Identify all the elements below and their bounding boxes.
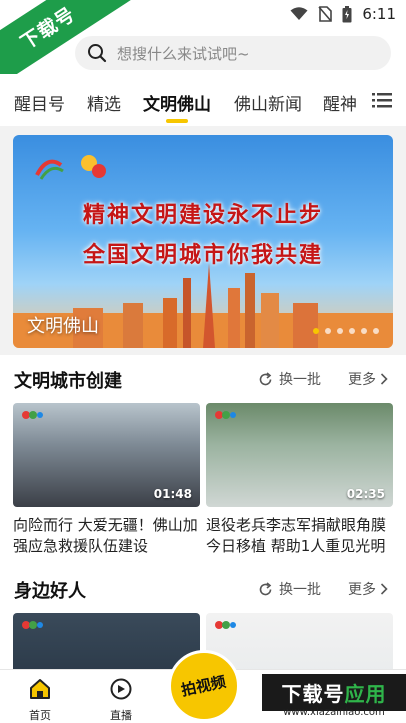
- tab-wenming-foshan[interactable]: 文明佛山: [143, 90, 211, 115]
- live-icon: [110, 678, 132, 700]
- carousel-dot: [325, 328, 331, 334]
- video-card[interactable]: 01:48 向险而行 大爱无疆！佛山加强应急救援队伍建设: [13, 403, 200, 557]
- carousel-dot: [373, 328, 379, 334]
- refresh-icon: [259, 371, 272, 385]
- refresh-button[interactable]: 换一批: [258, 369, 321, 389]
- active-tab-indicator: [166, 119, 188, 123]
- watermark-url: www.xiazainiao.com: [283, 707, 385, 718]
- video-duration: 02:35: [346, 487, 385, 501]
- section-title: 身边好人: [14, 581, 86, 602]
- chevron-right-icon: [380, 583, 388, 595]
- video-title[interactable]: 退役老兵李志军捐献眼角膜今日移植 帮助1人重见光明: [206, 515, 393, 557]
- more-button[interactable]: 更多: [348, 369, 388, 389]
- search-icon: [88, 44, 107, 63]
- channel-tabs: 醒目号 精选 文明佛山 佛山新闻 醒神: [0, 74, 406, 126]
- video-thumbnail[interactable]: 02:35: [206, 403, 393, 507]
- more-button[interactable]: 更多: [348, 579, 388, 599]
- banner-carousel[interactable]: 精神文明建设永不止步 全国文明城市你我共建 文明佛山: [13, 135, 393, 348]
- carousel-indicator: [313, 328, 379, 334]
- chevron-right-icon: [380, 373, 388, 385]
- status-icons: 6:11: [290, 5, 396, 23]
- search-input[interactable]: 想搜什么来试试吧~: [75, 36, 391, 70]
- nav-home[interactable]: 首页: [15, 678, 65, 723]
- refresh-label: 换一批: [279, 582, 321, 598]
- wifi-icon: [290, 7, 308, 20]
- carousel-dot: [337, 328, 343, 334]
- channel-logo-icon: [22, 621, 43, 629]
- carousel-dot: [361, 328, 367, 334]
- watermark-title: 下载号应用: [262, 674, 406, 711]
- banner-slogan-line-1: 精神文明建设永不止步: [82, 202, 323, 228]
- more-label: 更多: [348, 372, 376, 388]
- nav-live-label: 直播: [110, 709, 132, 722]
- carousel-dot-active: [313, 328, 319, 334]
- channel-menu-icon[interactable]: [372, 92, 392, 108]
- watermark-overlay: 下载号应用 www.xiazainiao.com: [262, 670, 406, 723]
- video-thumbnail[interactable]: 01:48: [13, 403, 200, 507]
- section-civilized-city: 文明城市创建 换一批 更多 01:48 向险而行 大爱无疆！佛山加强应急救援队伍…: [0, 355, 406, 565]
- channel-logo-icon: [215, 411, 236, 419]
- video-card[interactable]: 02:35 退役老兵李志军捐献眼角膜今日移植 帮助1人重见光明: [206, 403, 393, 557]
- video-title[interactable]: 向险而行 大爱无疆！佛山加强应急救援队伍建设: [13, 515, 200, 557]
- civilization-logo-icon: [35, 155, 106, 180]
- nav-home-label: 首页: [29, 709, 51, 722]
- battery-icon: [342, 5, 352, 22]
- channel-logo-icon: [215, 621, 236, 629]
- search-placeholder: 想搜什么来试试吧~: [117, 44, 250, 63]
- watermark-title-a: 下载号: [281, 682, 345, 706]
- tab-foshan-news[interactable]: 佛山新闻: [234, 90, 302, 115]
- carousel-dot: [349, 328, 355, 334]
- refresh-button[interactable]: 换一批: [258, 579, 321, 599]
- nav-live[interactable]: 直播: [96, 678, 146, 723]
- banner-caption: 文明佛山: [27, 316, 99, 337]
- more-label: 更多: [348, 582, 376, 598]
- video-duration: 01:48: [153, 487, 192, 501]
- section-title: 文明城市创建: [14, 371, 122, 392]
- banner-slogan-line-2: 全国文明城市你我共建: [82, 242, 323, 268]
- no-sim-icon: [318, 6, 333, 22]
- home-icon: [30, 679, 50, 699]
- tab-jingxuan[interactable]: 精选: [87, 90, 121, 115]
- shoot-video-button[interactable]: 拍视频: [168, 650, 240, 722]
- status-time: 6:11: [362, 5, 396, 23]
- channel-logo-icon: [22, 411, 43, 419]
- shoot-video-label: 拍视频: [180, 672, 228, 700]
- tab-xingshen[interactable]: 醒神: [323, 90, 357, 115]
- tab-xingmu[interactable]: 醒目号: [14, 90, 65, 115]
- refresh-label: 换一批: [279, 372, 321, 388]
- watermark-title-b: 应用: [344, 682, 387, 706]
- refresh-icon: [259, 581, 272, 595]
